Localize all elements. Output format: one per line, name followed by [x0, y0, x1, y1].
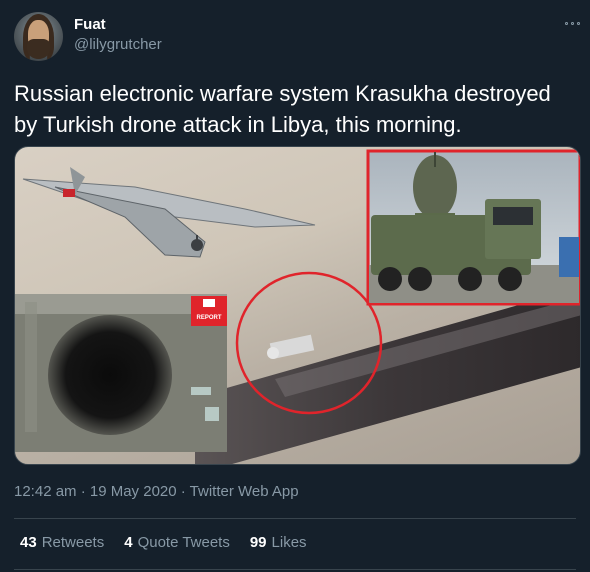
- svg-text:REPORT: REPORT: [196, 315, 221, 321]
- tweet: Fuat @lilygrutcher Russian electronic wa…: [0, 0, 590, 572]
- krasukha-inset: [366, 149, 580, 306]
- author-handle[interactable]: @lilygrutcher: [74, 36, 162, 53]
- divider: [14, 569, 576, 570]
- divider: [14, 518, 576, 519]
- media-illustration: REPORT: [15, 149, 580, 464]
- quote-tweets-stat[interactable]: 4 Quote Tweets: [124, 534, 230, 551]
- tweet-stats: 43 Retweets 4 Quote Tweets 99 Likes: [20, 534, 307, 551]
- retweets-stat[interactable]: 43 Retweets: [20, 534, 104, 551]
- avatar[interactable]: [14, 12, 63, 61]
- tweet-timestamp[interactable]: 12:42 am · 19 May 2020 · Twitter Web App: [14, 483, 299, 500]
- tweet-media[interactable]: REPORT: [14, 146, 581, 465]
- author-name[interactable]: Fuat: [74, 16, 106, 33]
- report-badge: REPORT: [191, 296, 227, 326]
- more-options-icon[interactable]: [560, 16, 584, 30]
- likes-stat[interactable]: 99 Likes: [250, 534, 307, 551]
- drone-illustration: [22, 167, 316, 258]
- tweet-text: Russian electronic warfare system Krasuk…: [14, 81, 551, 137]
